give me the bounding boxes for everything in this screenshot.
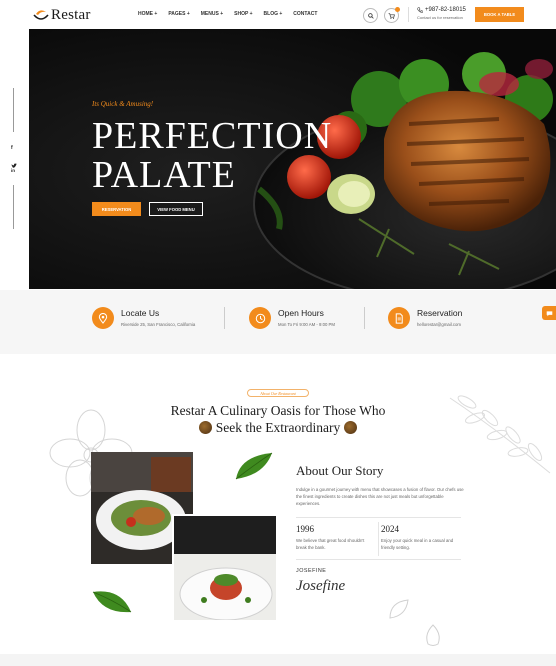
- facebook-icon[interactable]: f: [11, 145, 13, 151]
- about-divider-bottom: [296, 559, 461, 560]
- hero-title: PERFECTION PALATE: [92, 117, 332, 195]
- info-locate: Locate Us Riverside 25, San Francisco, C…: [92, 307, 195, 329]
- info-locate-sub: Riverside 25, San Francisco, California: [121, 322, 196, 327]
- about-divider-top: [296, 517, 461, 518]
- cart-badge: [395, 7, 400, 12]
- search-icon: [367, 12, 374, 19]
- dish-icon-left: [199, 421, 213, 434]
- clock-icon: [249, 307, 271, 329]
- cart-icon: [388, 12, 395, 19]
- social-line-top: [13, 88, 14, 132]
- phone-number: +987-82-18015: [425, 7, 466, 13]
- info-reservation: Reservation hellorestar@gmail.com: [388, 307, 462, 329]
- stat-divider: [378, 522, 379, 556]
- cart-button[interactable]: [384, 7, 400, 23]
- document-icon: [388, 307, 410, 329]
- basil-leaf-bottom: [92, 591, 132, 613]
- nav-shop[interactable]: SHOP +: [234, 11, 252, 17]
- linkedin-icon[interactable]: in: [11, 168, 15, 173]
- bottom-strip: [0, 654, 556, 666]
- about-heading-line2: Seek the Extraordinary: [215, 420, 341, 435]
- stat-year: 1996: [296, 524, 314, 534]
- garlic-sketch-decoration: [426, 624, 440, 646]
- logo[interactable]: Restar: [33, 6, 91, 24]
- info-reservation-sub: hellorestar@gmail.com: [417, 322, 462, 327]
- chat-icon: [546, 310, 552, 316]
- hero-title-line1: PERFECTION: [92, 115, 333, 157]
- search-button[interactable]: [363, 8, 378, 23]
- twitter-icon[interactable]: [11, 156, 17, 168]
- nav-contact[interactable]: CONTACT: [293, 11, 317, 17]
- nav-blog[interactable]: BLOG +: [264, 11, 283, 17]
- info-reservation-title: Reservation: [417, 308, 463, 318]
- phone-icon: [417, 7, 423, 13]
- leaf-sketch-decoration: [389, 599, 409, 619]
- info-divider-2: [364, 307, 365, 329]
- header-divider: [408, 7, 409, 22]
- restaurant-dish-photo-2: [172, 514, 276, 620]
- nav-pages[interactable]: PAGES +: [168, 11, 189, 17]
- info-hours: Open Hours Mon To Fri 9:00 AM - 9:00 PM: [249, 307, 335, 329]
- phone-subtext: Contact us for reservation: [417, 15, 463, 20]
- stat-text: We believe that great food shouldn't bre…: [296, 538, 365, 550]
- brand-name: Restar: [51, 6, 91, 23]
- phone-block[interactable]: +987-82-18015 Contact us for reservation: [417, 7, 466, 20]
- hero-title-line2: PALATE: [92, 154, 236, 196]
- info-locate-title: Locate Us: [121, 308, 160, 318]
- about-subtitle: About Our Restaurant: [247, 389, 309, 397]
- info-hours-sub: Mon To Fri 9:00 AM - 9:00 PM: [278, 322, 335, 327]
- info-hours-title: Open Hours: [278, 308, 324, 318]
- side-widget-button[interactable]: [542, 306, 556, 320]
- about-story-title: About Our Story: [296, 463, 384, 478]
- view-food-menu-button[interactable]: VIEW FOOD MENU: [149, 202, 203, 216]
- info-divider-1: [224, 307, 225, 329]
- signer-name: JOSEFINE: [296, 568, 327, 574]
- signature: Josefine: [296, 578, 346, 594]
- stat-text: Enjoy your quick meal in a casual and fr…: [381, 538, 454, 550]
- social-line-bottom: [13, 185, 14, 229]
- logo-icon: [33, 8, 49, 22]
- info-bar: Locate Us Riverside 25, San Francisco, C…: [0, 290, 556, 354]
- dish-icon-right: [343, 421, 357, 434]
- basil-leaf-top: [235, 452, 273, 480]
- location-pin-icon: [92, 307, 114, 329]
- stat-1996: 1996 We believe that great food shouldn'…: [296, 524, 376, 551]
- hero-tagline: Its Quick & Amusing!: [92, 100, 154, 108]
- about-heading: Restar A Culinary Oasis for Those Who Se…: [130, 402, 426, 436]
- stat-year: 2024: [381, 524, 399, 534]
- reservation-button[interactable]: RESERVATION: [92, 202, 141, 216]
- stat-2024: 2024 Enjoy your quick meal in a casual a…: [381, 524, 461, 551]
- nav-home[interactable]: HOME +: [138, 11, 157, 17]
- about-story-text: Indulge in a gourmet journey with menu t…: [296, 487, 464, 507]
- nav-menus[interactable]: MENUS +: [201, 11, 223, 17]
- about-heading-line1: Restar A Culinary Oasis for Those Who: [170, 403, 386, 418]
- book-table-button[interactable]: BOOK A TABLE: [475, 7, 524, 22]
- main-nav: HOME + PAGES + MENUS + SHOP + BLOG + CON…: [138, 11, 317, 17]
- leaf-branch-decoration: [449, 395, 551, 474]
